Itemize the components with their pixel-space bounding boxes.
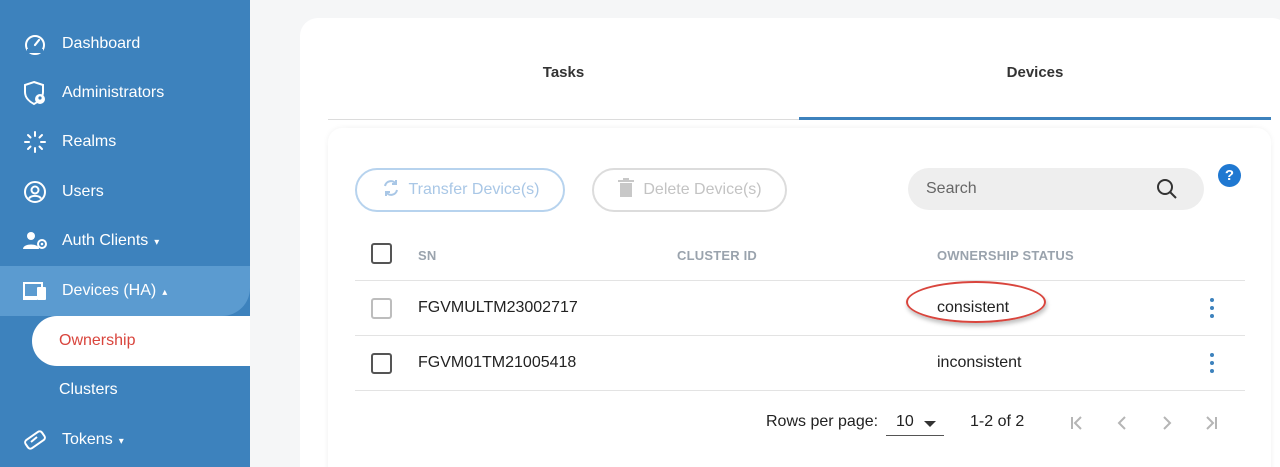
sidebar-item-devices-ha[interactable]: Devices (HA) ▴ bbox=[0, 266, 250, 316]
transfer-devices-button[interactable]: Transfer Device(s) bbox=[355, 168, 565, 212]
rows-per-page-select[interactable]: 10 bbox=[886, 410, 944, 436]
transfer-icon bbox=[381, 178, 401, 203]
devices-card: Transfer Device(s) Delete Device(s) ? SN… bbox=[328, 128, 1271, 467]
chevron-down-icon: ▾ bbox=[154, 237, 160, 248]
sidebar-item-users[interactable]: Users bbox=[0, 167, 250, 217]
first-page-icon[interactable] bbox=[1064, 410, 1090, 436]
next-page-icon[interactable] bbox=[1154, 410, 1180, 436]
dropdown-arrow-icon bbox=[924, 421, 936, 427]
shield-user-icon bbox=[22, 80, 48, 106]
rows-per-page-label: Rows per page: bbox=[766, 413, 879, 430]
chevron-down-icon: ▾ bbox=[118, 436, 124, 447]
divider bbox=[355, 280, 1245, 281]
button-label: Transfer Device(s) bbox=[408, 181, 540, 198]
select-all-checkbox[interactable] bbox=[371, 243, 392, 264]
search-icon[interactable] bbox=[1156, 178, 1178, 200]
sidebar-item-label: Administrators bbox=[62, 84, 165, 101]
divider bbox=[355, 335, 1245, 336]
chevron-up-icon: ▴ bbox=[162, 287, 168, 298]
sidebar: Dashboard Administrators Realms Users Au… bbox=[0, 0, 250, 467]
sidebar-item-label: Auth Clients ▾ bbox=[62, 232, 160, 249]
button-label: Delete Device(s) bbox=[643, 181, 762, 198]
tab-label: Devices bbox=[1006, 64, 1064, 81]
speedometer-icon bbox=[22, 31, 48, 57]
sidebar-item-label: Realms bbox=[62, 133, 117, 150]
help-icon[interactable]: ? bbox=[1218, 164, 1241, 187]
sidebar-subitem-label: Clusters bbox=[59, 381, 118, 398]
table-cell-sn: FGVMULTM23002717 bbox=[418, 299, 578, 316]
table-cell-status: inconsistent bbox=[937, 354, 1022, 371]
sidebar-subitem-clusters[interactable]: Clusters bbox=[32, 365, 250, 415]
sidebar-item-label: Tokens ▾ bbox=[62, 431, 124, 448]
spinner-icon bbox=[22, 129, 48, 155]
devices-icon bbox=[22, 278, 48, 304]
sidebar-item-label: Devices (HA) ▴ bbox=[62, 282, 168, 299]
delete-devices-button[interactable]: Delete Device(s) bbox=[592, 168, 787, 212]
sidebar-item-auth-clients[interactable]: Auth Clients ▾ bbox=[0, 216, 250, 266]
row-menu-icon[interactable] bbox=[1202, 296, 1222, 320]
rows-per-page-value: 10 bbox=[896, 413, 914, 430]
table-cell-sn: FGVM01TM21005418 bbox=[418, 354, 577, 371]
user-circle-icon bbox=[22, 179, 48, 205]
previous-page-icon[interactable] bbox=[1109, 410, 1135, 436]
row-menu-icon[interactable] bbox=[1202, 351, 1222, 375]
column-header-sn[interactable]: SN bbox=[418, 248, 436, 263]
tab-devices[interactable]: Devices bbox=[799, 64, 1271, 120]
sidebar-item-dashboard[interactable]: Dashboard bbox=[0, 19, 250, 69]
sidebar-item-label: Users bbox=[62, 183, 104, 200]
token-icon bbox=[22, 427, 48, 453]
divider bbox=[355, 390, 1245, 391]
users-gear-icon bbox=[22, 228, 48, 254]
sidebar-subitem-ownership[interactable]: Ownership bbox=[32, 316, 250, 366]
highlight-annotation bbox=[906, 281, 1046, 323]
sidebar-item-realms[interactable]: Realms bbox=[0, 117, 250, 167]
last-page-icon[interactable] bbox=[1198, 410, 1224, 436]
row-checkbox[interactable] bbox=[371, 298, 392, 319]
sidebar-subitem-label: Ownership bbox=[59, 332, 136, 349]
pagination-range: 1-2 of 2 bbox=[970, 413, 1025, 430]
tab-tasks[interactable]: Tasks bbox=[328, 64, 799, 120]
sidebar-item-label: Dashboard bbox=[62, 35, 141, 52]
sidebar-item-tokens[interactable]: Tokens ▾ bbox=[0, 415, 250, 465]
tab-label: Tasks bbox=[542, 64, 585, 81]
trash-icon bbox=[617, 177, 635, 203]
main-panel: Tasks Devices Transfer Device(s) Delete … bbox=[300, 18, 1280, 467]
row-checkbox[interactable] bbox=[371, 353, 392, 374]
column-header-cluster-id[interactable]: CLUSTER ID bbox=[677, 248, 757, 263]
sidebar-item-administrators[interactable]: Administrators bbox=[0, 68, 250, 118]
column-header-ownership-status[interactable]: OWNERSHIP STATUS bbox=[937, 248, 1074, 263]
